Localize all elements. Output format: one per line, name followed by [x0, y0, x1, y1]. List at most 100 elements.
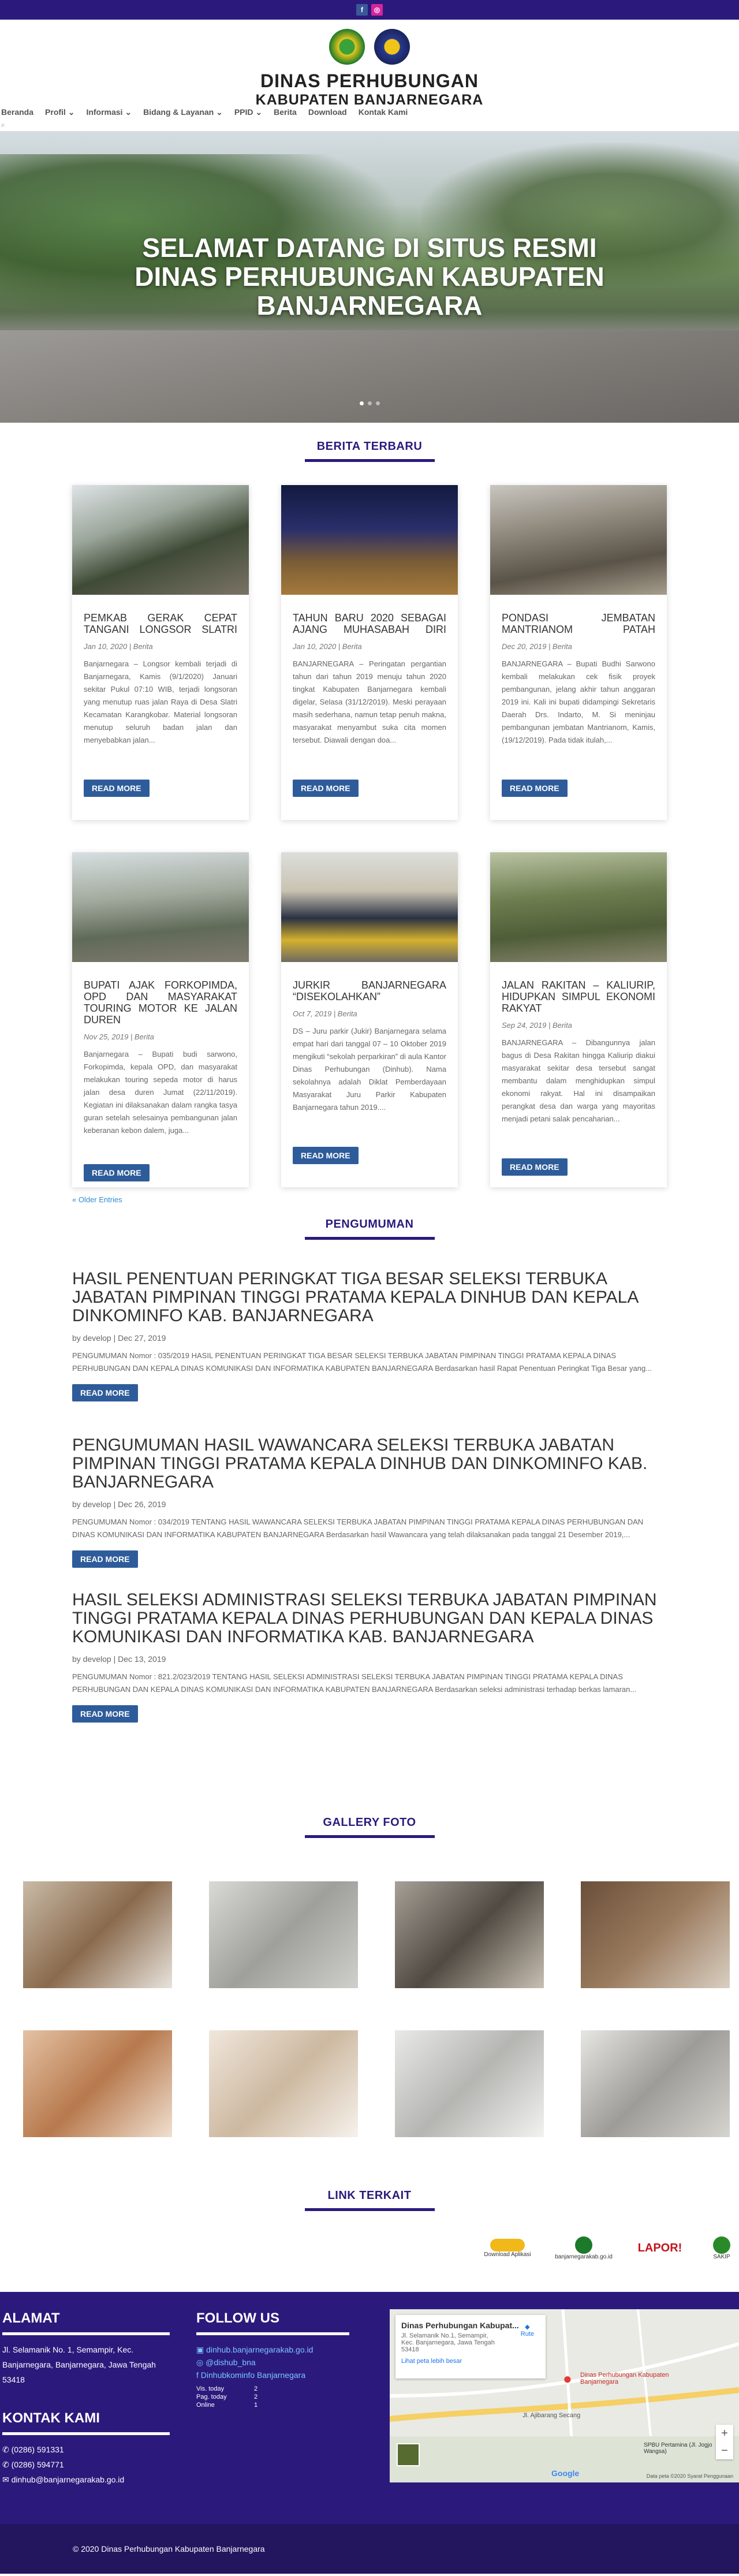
- read-more-button[interactable]: READ MORE: [72, 1550, 138, 1568]
- announce-meta: by develop | Dec 26, 2019: [72, 1500, 166, 1509]
- news-meta: Jan 10, 2020 | Berita: [84, 642, 153, 651]
- announce-title[interactable]: HASIL PENENTUAN PERINGKAT TIGA BESAR SEL…: [72, 1270, 667, 1325]
- news-excerpt: BANJARNEGARA – Bupati Budhi Sarwono kemb…: [502, 659, 655, 744]
- news-image[interactable]: [490, 852, 667, 962]
- news-excerpt: Banjarnegara – Bupati budi sarwono, Fork…: [84, 1050, 237, 1135]
- gallery-photo[interactable]: [209, 2030, 358, 2137]
- news-meta: Dec 20, 2019 | Berita: [502, 642, 572, 651]
- read-more-button[interactable]: READ MORE: [84, 780, 150, 797]
- news-image[interactable]: [281, 485, 458, 595]
- news-title[interactable]: JURKIR BANJARNEGARA “DISEKOLAHKAN”: [293, 979, 446, 1002]
- slider-dot[interactable]: [375, 401, 380, 405]
- facebook-icon: f: [196, 2370, 199, 2380]
- news-image[interactable]: [281, 852, 458, 962]
- map-pin-label: Dinas Perhubungan Kabupaten Banjarnegara: [580, 2372, 669, 2385]
- facebook-icon[interactable]: f: [356, 4, 368, 16]
- search-icon[interactable]: ⌕: [1, 121, 5, 129]
- hero-heading: SELAMAT DATANG DI SITUS RESMI DINAS PERH…: [135, 233, 604, 320]
- read-more-button[interactable]: READ MORE: [293, 1147, 359, 1164]
- read-more-button[interactable]: READ MORE: [293, 780, 359, 797]
- copyright-bar: © 2020 Dinas Perhubungan Kabupaten Banja…: [0, 2524, 739, 2574]
- news-title[interactable]: PONDASI JEMBATAN MANTRIANOM PATAH: [502, 612, 655, 635]
- top-bar: f ◎: [0, 0, 739, 20]
- footer-phone1[interactable]: (0286) 591331: [12, 2445, 64, 2454]
- news-image[interactable]: [72, 485, 249, 595]
- web-icon: ▣: [196, 2345, 204, 2354]
- nav-berita[interactable]: Berita: [274, 107, 297, 117]
- gallery-grid: [6, 1881, 733, 2137]
- link-download-app[interactable]: Download Aplikasi: [476, 2227, 539, 2269]
- link-banjarnegarakab[interactable]: banjarnegarakab.go.id: [552, 2227, 615, 2269]
- announce-title[interactable]: HASIL SELEKSI ADMINISTRASI SELEKSI TERBU…: [72, 1591, 667, 1646]
- email-icon: ✉: [2, 2475, 9, 2484]
- nav-kontak-kami[interactable]: Kontak Kami: [359, 107, 408, 117]
- banjarnegara-emblem-logo[interactable]: [329, 28, 365, 65]
- gallery-photo[interactable]: [395, 1881, 544, 1988]
- gallery-photo[interactable]: [581, 1881, 730, 1988]
- read-more-button[interactable]: READ MORE: [72, 1705, 138, 1723]
- gallery-photo[interactable]: [209, 1881, 358, 1988]
- gallery-section-title: GALLERY FOTO: [323, 1816, 416, 1829]
- google-map[interactable]: Dinas Perhubungan Kabupat... Jl. Selaman…: [390, 2309, 739, 2482]
- related-links: Download Aplikasi banjarnegarakab.go.id …: [476, 2227, 739, 2269]
- map-route-button[interactable]: ◆ Rute: [521, 2323, 534, 2338]
- google-logo: Google: [551, 2469, 580, 2478]
- nav-informasi[interactable]: Informasi ⌄: [86, 107, 132, 117]
- announce-excerpt: PENGUMUMAN Nomor : 034/2019 TENTANG HASI…: [72, 1518, 644, 1539]
- news-title[interactable]: BUPATI AJAK FORKOPIMDA, OPD DAN MASYARAK…: [84, 979, 237, 1026]
- announce-excerpt: PENGUMUMAN Nomor : 821.2/023/2019 TENTAN…: [72, 1672, 637, 1694]
- footer-instagram-link[interactable]: @dishub_bna: [206, 2358, 256, 2367]
- map-pin-icon[interactable]: ●: [563, 2370, 572, 2388]
- footer-email[interactable]: dinhub@banjarnegarakab.go.id: [12, 2475, 125, 2484]
- link-lapor[interactable]: LAPOR!: [628, 2227, 692, 2269]
- instagram-icon[interactable]: ◎: [371, 4, 383, 16]
- announce-excerpt: PENGUMUMAN Nomor : 035/2019 HASIL PENENT…: [72, 1351, 652, 1373]
- site-subtitle[interactable]: KABUPATEN BANJARNEGARA: [256, 92, 484, 109]
- read-more-button[interactable]: READ MORE: [84, 1164, 150, 1181]
- footer-follow-heading: FOLLOW US: [196, 2310, 279, 2326]
- news-excerpt: BANJARNEGARA – Dibangunnya jalan bagus d…: [502, 1038, 655, 1123]
- gallery-photo[interactable]: [23, 1881, 172, 1988]
- link-sakip[interactable]: SAKIP: [704, 2227, 739, 2269]
- visitor-stats: Vis. today 2 Pag. today 2 Online 1: [196, 2385, 258, 2409]
- hero-slider: SELAMAT DATANG DI SITUS RESMI DINAS PERH…: [0, 131, 739, 423]
- announce-meta: by develop | Dec 13, 2019: [72, 1654, 166, 1664]
- nav-beranda[interactable]: Beranda: [1, 107, 33, 117]
- zoom-out-button[interactable]: −: [716, 2442, 733, 2459]
- slider-dot[interactable]: [367, 401, 372, 405]
- slider-dot[interactable]: [359, 401, 364, 405]
- nav-ppid[interactable]: PPID ⌄: [234, 107, 262, 117]
- nav-download[interactable]: Download: [308, 107, 347, 117]
- news-image[interactable]: [490, 485, 667, 595]
- read-more-button[interactable]: READ MORE: [502, 780, 568, 797]
- satellite-toggle[interactable]: [397, 2443, 420, 2466]
- gallery-photo[interactable]: [581, 2030, 730, 2137]
- footer-phone2[interactable]: (0286) 594771: [12, 2460, 64, 2469]
- read-more-button[interactable]: READ MORE: [72, 1384, 138, 1401]
- site-header: DINAS PERHUBUNGAN KABUPATEN BANJARNEGARA: [0, 20, 739, 108]
- map-address: Jl. Selamanik No.1, Semampir, Kec. Banja…: [401, 2332, 495, 2353]
- route-icon: ◆: [525, 2324, 530, 2331]
- dishub-emblem-logo[interactable]: [374, 28, 410, 65]
- older-entries-link[interactable]: « Older Entries: [72, 1195, 122, 1204]
- footer-facebook-link[interactable]: Dinhubkominfo Banjarnegara: [201, 2370, 305, 2380]
- map-larger-link[interactable]: Lihat peta lebih besar: [401, 2358, 540, 2365]
- news-image[interactable]: [72, 852, 249, 962]
- news-title[interactable]: TAHUN BARU 2020 SEBAGAI AJANG MUHASABAH …: [293, 612, 446, 635]
- phone-icon: ✆: [2, 2445, 9, 2454]
- read-more-button[interactable]: READ MORE: [502, 1158, 568, 1176]
- gallery-photo[interactable]: [23, 2030, 172, 2137]
- map-road-label: Jl. Ajibarang Secang: [522, 2412, 581, 2419]
- news-title[interactable]: PEMKAB GERAK CEPAT TANGANI LONGSOR SLATR…: [84, 612, 237, 635]
- gallery-photo[interactable]: [395, 2030, 544, 2137]
- news-meta: Sep 24, 2019 | Berita: [502, 1021, 572, 1030]
- news-title[interactable]: JALAN RAKITAN – KALIURIP, HIDUPKAN SIMPU…: [502, 979, 655, 1014]
- zoom-in-button[interactable]: +: [716, 2425, 733, 2442]
- nav-profil[interactable]: Profil ⌄: [45, 107, 74, 117]
- footer-address: Jl. Selamanik No. 1, Semampir, Kec. Banj…: [2, 2345, 156, 2384]
- footer-website-link[interactable]: dinhub.banjarnegarakab.go.id: [206, 2345, 313, 2354]
- site-title[interactable]: DINAS PERHUBUNGAN: [260, 70, 479, 92]
- announce-item: HASIL PENENTUAN PERINGKAT TIGA BESAR SEL…: [72, 1270, 667, 1436]
- announce-title[interactable]: PENGUMUMAN HASIL WAWANCARA SELEKSI TERBU…: [72, 1436, 667, 1492]
- nav-bidang-layanan[interactable]: Bidang & Layanan ⌄: [143, 107, 223, 117]
